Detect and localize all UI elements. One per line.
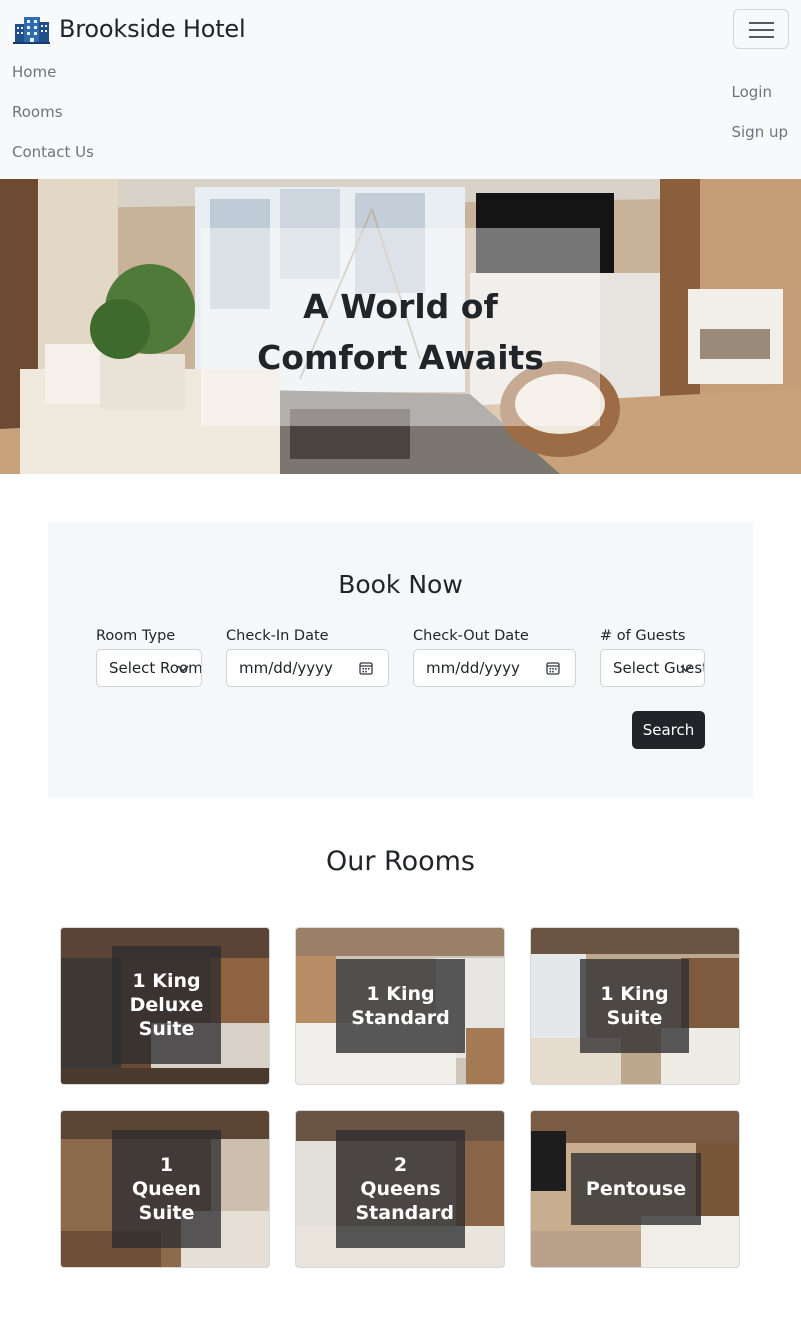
room-card-queens-standard[interactable]: 2 Queens Standard bbox=[295, 1110, 505, 1268]
chevron-down-icon bbox=[177, 665, 189, 673]
checkin-placeholder: mm/dd/yyyy bbox=[239, 659, 333, 677]
room-card-label: 2 Queens Standard bbox=[336, 1130, 465, 1248]
search-button[interactable]: Search bbox=[632, 711, 705, 749]
calendar-icon[interactable] bbox=[359, 661, 373, 675]
room-card-king-deluxe-suite[interactable]: 1 King Deluxe Suite bbox=[60, 927, 270, 1085]
room-type-select[interactable]: Select Room bbox=[96, 649, 202, 687]
hero-title-line1: A World of bbox=[303, 287, 498, 326]
room-card-label: 1 King Standard bbox=[336, 959, 465, 1053]
room-card-label: 1 Queen Suite bbox=[112, 1130, 221, 1248]
chevron-down-icon bbox=[680, 665, 692, 673]
brand-name: Brookside Hotel bbox=[59, 15, 246, 43]
guests-label: # of Guests bbox=[600, 628, 686, 644]
checkout-date-input[interactable]: mm/dd/yyyy bbox=[413, 649, 576, 687]
room-card-king-suite[interactable]: 1 King Suite bbox=[530, 927, 740, 1085]
checkout-label: Check-Out Date bbox=[413, 628, 529, 644]
hamburger-menu-icon bbox=[749, 22, 774, 24]
checkout-placeholder: mm/dd/yyyy bbox=[426, 659, 520, 677]
nav-link-home[interactable]: Home bbox=[12, 60, 94, 100]
room-card-label: 1 King Deluxe Suite bbox=[112, 946, 221, 1064]
checkin-date-input[interactable]: mm/dd/yyyy bbox=[226, 649, 389, 687]
nav-link-rooms[interactable]: Rooms bbox=[12, 100, 94, 140]
login-link[interactable]: Login bbox=[731, 80, 788, 120]
room-card-label: Pentouse bbox=[571, 1153, 701, 1225]
navbar-toggler-button[interactable] bbox=[733, 9, 789, 49]
room-card-label: 1 King Suite bbox=[580, 959, 689, 1053]
room-card-pentouse[interactable]: Pentouse bbox=[530, 1110, 740, 1268]
room-card-queen-suite[interactable]: 1 Queen Suite bbox=[60, 1110, 270, 1268]
hero-title-line2: Comfort Awaits bbox=[257, 338, 544, 377]
hero-title: A World of Comfort Awaits bbox=[201, 281, 600, 383]
calendar-icon[interactable] bbox=[546, 661, 560, 675]
brand-link[interactable]: Brookside Hotel bbox=[13, 14, 246, 44]
signup-link[interactable]: Sign up bbox=[731, 120, 788, 160]
room-type-label: Room Type bbox=[96, 628, 176, 644]
nav-links: Home Rooms Contact Us bbox=[12, 60, 94, 180]
navbar: Brookside Hotel Home Rooms Contact Us Lo… bbox=[0, 0, 801, 179]
checkin-label: Check-In Date bbox=[226, 628, 329, 644]
auth-links: Login Sign up bbox=[731, 80, 788, 160]
booking-title: Book Now bbox=[338, 570, 463, 599]
hotel-building-icon bbox=[13, 17, 50, 44]
guests-select[interactable]: Select Guests bbox=[600, 649, 705, 687]
room-card-king-standard[interactable]: 1 King Standard bbox=[295, 927, 505, 1085]
rooms-section-title: Our Rooms bbox=[325, 846, 475, 877]
hero-banner: A World of Comfort Awaits bbox=[0, 179, 801, 474]
booking-form: Book Now Room Type Select Room Check-In … bbox=[48, 522, 753, 798]
nav-link-contact[interactable]: Contact Us bbox=[12, 140, 94, 180]
